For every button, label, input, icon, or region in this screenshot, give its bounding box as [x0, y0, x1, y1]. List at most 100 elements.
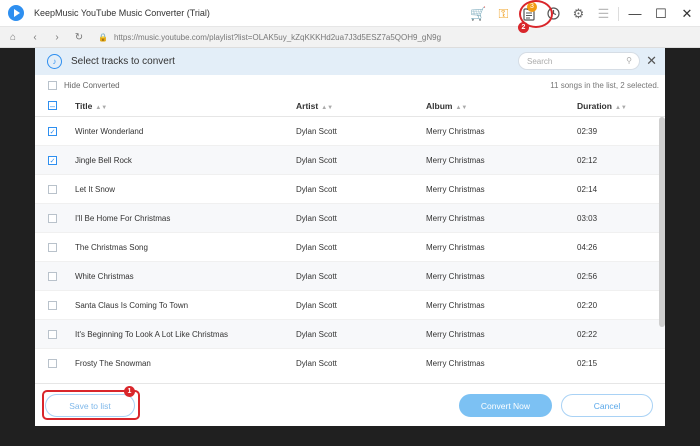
hide-converted-label: Hide Converted [64, 80, 120, 90]
row-checkbox[interactable]: ✓ [48, 156, 57, 165]
track-artist: Dylan Scott [296, 301, 337, 310]
menu-icon[interactable]: ☰ [591, 0, 616, 27]
back-icon[interactable]: ‹ [26, 32, 44, 43]
table-row[interactable]: Santa Claus Is Coming To Town Dylan Scott… [35, 291, 665, 320]
track-artist: Dylan Scott [296, 185, 337, 194]
home-icon[interactable]: ⌂ [4, 32, 22, 43]
column-artist-label: Artist [296, 100, 319, 111]
column-title-label: Title [75, 100, 93, 111]
track-album: Merry Christmas [426, 359, 485, 368]
track-artist: Dylan Scott [296, 156, 337, 165]
row-checkbox[interactable] [48, 330, 57, 339]
sort-icon: ▲▼ [321, 104, 334, 111]
track-album: Merry Christmas [426, 330, 485, 339]
track-duration: 02:14 [577, 185, 598, 194]
app-logo-icon [8, 5, 24, 21]
column-title[interactable]: Title ▲▼ [75, 101, 107, 111]
sort-icon: ▲▼ [614, 104, 627, 111]
track-album: Merry Christmas [426, 243, 485, 252]
cancel-button[interactable]: Cancel [561, 394, 653, 417]
hide-converted-checkbox[interactable] [48, 80, 57, 90]
search-icon[interactable]: ⚲ [626, 56, 632, 65]
forward-icon[interactable]: › [48, 32, 66, 43]
track-title: White Christmas [75, 272, 134, 281]
track-title: I'll Be Home For Christmas [75, 214, 171, 223]
title-bar: KeepMusic YouTube Music Converter (Trial… [0, 0, 700, 27]
table-row[interactable]: I'll Be Home For Christmas Dylan Scott Mer… [35, 204, 665, 233]
minimize-button[interactable]: — [622, 0, 648, 27]
track-artist: Dylan Scott [296, 272, 337, 281]
column-album-label: Album [426, 100, 453, 111]
convert-now-button[interactable]: Convert Now [459, 394, 552, 417]
search-input[interactable] [527, 56, 622, 66]
track-title: Jingle Bell Rock [75, 156, 132, 165]
music-note-icon: ♪ [47, 54, 62, 69]
row-checkbox[interactable] [48, 359, 57, 368]
list-scrollbar[interactable] [659, 117, 665, 327]
maximize-button[interactable]: ☐ [648, 0, 674, 27]
key-icon[interactable]: ⚿ [491, 0, 516, 27]
reload-icon[interactable]: ↻ [70, 32, 88, 43]
track-artist: Dylan Scott [296, 127, 337, 136]
table-row[interactable]: Frosty The Snowman Dylan Scott Merry Chris… [35, 349, 665, 377]
filter-row: Hide Converted 11 songs in the list, 2 s… [35, 75, 665, 95]
app-title: KeepMusic YouTube Music Converter (Trial… [34, 8, 210, 18]
table-row[interactable]: Let It Snow Dylan Scott Merry Christmas 02:… [35, 175, 665, 204]
track-artist: Dylan Scott [296, 330, 337, 339]
dialog-header: ♪ Select tracks to convert ⚲ ✕ [35, 48, 665, 75]
track-artist: Dylan Scott [296, 359, 337, 368]
toolbar-divider [618, 6, 620, 21]
row-checkbox[interactable] [48, 185, 57, 194]
track-duration: 02:20 [577, 301, 598, 310]
dialog-title: Select tracks to convert [71, 56, 175, 67]
settings-gear-icon[interactable]: ⚙ [566, 0, 591, 27]
url-text[interactable]: https://music.youtube.com/playlist?list=… [114, 33, 441, 42]
select-all-checkbox[interactable]: ‒ [48, 101, 57, 111]
table-header: ‒ Title ▲▼ Artist ▲▼ Album ▲▼ Duration ▲▼ [35, 95, 665, 117]
callout-number-one: 1 [124, 386, 135, 397]
column-artist[interactable]: Artist ▲▼ [296, 101, 333, 111]
callout-number-two: 2 [518, 22, 529, 33]
select-tracks-dialog: ♪ Select tracks to convert ⚲ ✕ Hide Conv… [35, 48, 665, 426]
table-row[interactable]: ✓ Winter Wonderland Dylan Scott Merry Chris… [35, 117, 665, 146]
address-bar: ⌂ ‹ › ↻ 🔒 https://music.youtube.com/play… [0, 27, 700, 48]
selection-count: 11 songs in the list, 2 selected. [550, 80, 659, 90]
row-checkbox[interactable] [48, 272, 57, 281]
track-title: It's Beginning To Look A Lot Like Christ… [75, 330, 229, 339]
track-title: Frosty The Snowman [75, 359, 151, 368]
sort-icon: ▲▼ [95, 104, 108, 111]
track-duration: 03:03 [577, 214, 598, 223]
track-list[interactable]: ✓ Winter Wonderland Dylan Scott Merry Chris… [35, 117, 665, 377]
search-box: ⚲ [518, 52, 640, 70]
row-checkbox[interactable] [48, 214, 57, 223]
table-row[interactable]: It's Beginning To Look A Lot Like Christ… [35, 320, 665, 349]
sort-icon: ▲▼ [455, 104, 468, 111]
track-album: Merry Christmas [426, 272, 485, 281]
table-row[interactable]: The Christmas Song Dylan Scott Merry Chris… [35, 233, 665, 262]
track-title: Let It Snow [75, 185, 116, 194]
table-row[interactable]: ✓ Jingle Bell Rock Dylan Scott Merry Christ… [35, 146, 665, 175]
track-duration: 02:22 [577, 330, 598, 339]
track-duration: 04:26 [577, 243, 598, 252]
row-checkbox[interactable] [48, 243, 57, 252]
track-title: Santa Claus Is Coming To Town [75, 301, 189, 310]
track-artist: Dylan Scott [296, 243, 337, 252]
column-duration[interactable]: Duration ▲▼ [577, 101, 627, 111]
track-duration: 02:56 [577, 272, 598, 281]
close-window-button[interactable]: ✕ [674, 0, 700, 27]
column-duration-label: Duration [577, 100, 612, 111]
track-duration: 02:15 [577, 359, 598, 368]
column-album[interactable]: Album ▲▼ [426, 101, 467, 111]
track-duration: 02:12 [577, 156, 598, 165]
lock-icon: 🔒 [98, 32, 108, 42]
track-album: Merry Christmas [426, 214, 485, 223]
cart-icon[interactable]: 🛒 [466, 0, 491, 27]
track-album: Merry Christmas [426, 185, 485, 194]
toolbar: 🛒 ⚿ 3 ⚙ ☰ — ☐ ✕ [466, 0, 700, 27]
track-duration: 02:39 [577, 127, 598, 136]
row-checkbox[interactable] [48, 301, 57, 310]
row-checkbox[interactable]: ✓ [48, 127, 57, 136]
table-row[interactable]: White Christmas Dylan Scott Merry Christma… [35, 262, 665, 291]
track-title: Winter Wonderland [75, 127, 144, 136]
close-icon[interactable]: ✕ [646, 53, 657, 69]
